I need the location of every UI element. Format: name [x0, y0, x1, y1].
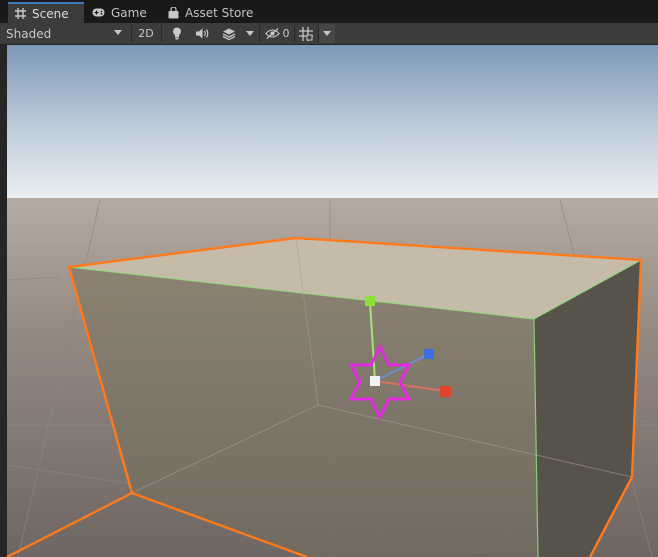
tab-bar: Scene Game Asset Store: [0, 0, 658, 23]
hidden-objects-toggle[interactable]: 0: [262, 24, 292, 43]
center-handle[interactable]: [370, 376, 380, 386]
speaker-icon: [196, 28, 210, 39]
grid-icon: [15, 8, 26, 19]
divider: [131, 25, 132, 42]
y-axis-cube[interactable]: [365, 296, 375, 306]
scene-viewport[interactable]: [0, 45, 658, 557]
chevron-down-icon: [323, 31, 331, 36]
layers-icon: [222, 28, 236, 40]
tab-game[interactable]: Game: [92, 2, 154, 23]
x-axis-cube[interactable]: [440, 386, 451, 397]
gamepad-icon: [92, 8, 105, 17]
divider: [259, 25, 260, 42]
scene-window: Scene Game Asset Store Shaded 2D 0: [0, 0, 658, 557]
toggle-2d-label: 2D: [138, 27, 154, 40]
scene-toolbar: Shaded 2D 0: [0, 23, 658, 45]
grid-dropdown[interactable]: [318, 24, 335, 43]
grid-snap-toggle[interactable]: [296, 24, 316, 43]
shopping-bag-icon: [168, 6, 179, 19]
grid-snap-icon: [299, 26, 313, 41]
eye-slash-icon: [264, 28, 280, 39]
scene-render: [6, 45, 658, 557]
lightbulb-icon: [172, 27, 182, 40]
audio-toggle[interactable]: [192, 24, 214, 43]
divider: [294, 25, 295, 42]
hidden-count: 0: [282, 27, 290, 40]
chevron-down-icon: [114, 30, 122, 35]
effects-dropdown[interactable]: [242, 24, 258, 43]
draw-mode-value: Shaded: [6, 26, 52, 41]
toggle-2d-button[interactable]: 2D: [134, 24, 158, 43]
chevron-down-icon: [246, 31, 254, 36]
tab-scene[interactable]: Scene: [8, 2, 84, 23]
tab-label: Game: [111, 5, 147, 20]
tab-asset-store[interactable]: Asset Store: [168, 2, 258, 23]
lighting-toggle[interactable]: [166, 24, 188, 43]
tab-label: Asset Store: [185, 5, 254, 20]
effects-toggle[interactable]: [218, 24, 240, 43]
sky: [7, 45, 658, 198]
draw-mode-dropdown[interactable]: Shaded: [6, 24, 128, 43]
tab-label: Scene: [32, 6, 69, 21]
divider: [161, 25, 162, 42]
z-axis-cube[interactable]: [424, 349, 434, 359]
